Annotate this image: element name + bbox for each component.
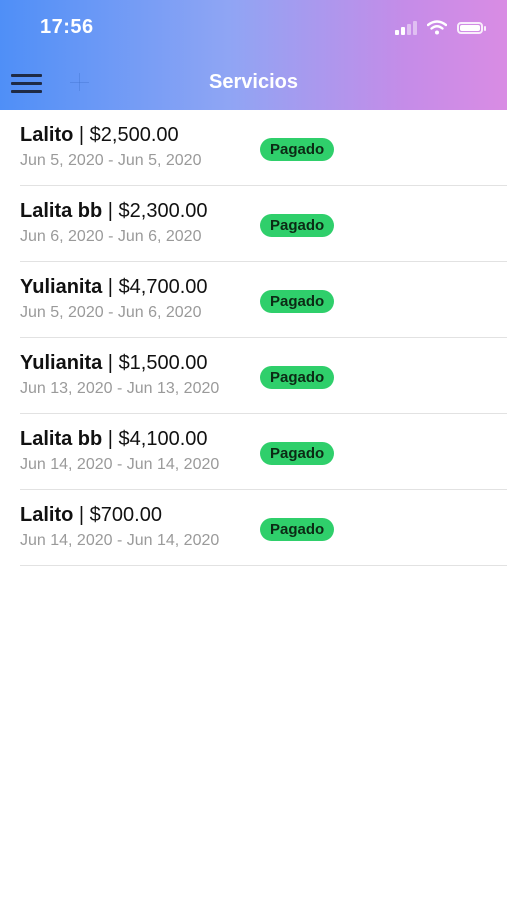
- page-title: Servicios: [209, 71, 298, 93]
- service-separator: |: [73, 504, 90, 526]
- service-summary: Lalita bb | $2,300.00: [20, 200, 208, 223]
- header-bar: 17:56 Servicios: [0, 0, 507, 110]
- battery-icon: [457, 21, 486, 34]
- service-summary: Yulianita | $1,500.00: [20, 352, 208, 375]
- service-amount: $4,100.00: [118, 428, 208, 450]
- service-date-range: Jun 13, 2020 - Jun 13, 2020: [20, 380, 220, 397]
- services-list: Lalito | $2,500.00 Jun 5, 2020 - Jun 5, …: [0, 110, 507, 566]
- status-badge: Pagado: [260, 518, 335, 541]
- service-client-name: Yulianita: [20, 276, 103, 298]
- status-time: 17:56: [40, 16, 94, 38]
- service-separator: |: [102, 352, 119, 374]
- service-client-name: Lalita bb: [20, 428, 103, 450]
- status-badge: Pagado: [260, 290, 335, 313]
- service-date-range: Jun 6, 2020 - Jun 6, 2020: [20, 228, 202, 245]
- service-amount: $700.00: [89, 504, 162, 526]
- service-client-name: Lalito: [20, 504, 74, 526]
- service-separator: |: [102, 276, 119, 298]
- service-date-range: Jun 5, 2020 - Jun 5, 2020: [20, 152, 202, 169]
- service-summary: Yulianita | $4,700.00: [20, 276, 208, 299]
- service-amount: $1,500.00: [118, 352, 208, 374]
- service-summary: Lalita bb | $4,100.00: [20, 428, 208, 451]
- service-row[interactable]: Lalito | $2,500.00 Jun 5, 2020 - Jun 5, …: [20, 110, 507, 186]
- service-client-name: Lalita bb: [20, 200, 103, 222]
- service-client-name: Yulianita: [20, 352, 103, 374]
- service-row[interactable]: Lalita bb | $2,300.00 Jun 6, 2020 - Jun …: [20, 186, 507, 262]
- service-amount: $2,300.00: [118, 200, 208, 222]
- status-badge: Pagado: [260, 442, 335, 465]
- service-client-name: Lalito: [20, 124, 74, 146]
- service-date-range: Jun 14, 2020 - Jun 14, 2020: [20, 532, 220, 549]
- service-date-range: Jun 14, 2020 - Jun 14, 2020: [20, 456, 220, 473]
- service-summary: Lalito | $700.00: [20, 504, 162, 527]
- service-separator: |: [73, 124, 90, 146]
- service-summary: Lalito | $2,500.00: [20, 124, 179, 147]
- cellular-signal-icon: [395, 20, 417, 35]
- services-screen: 17:56 Servicios Lalito | $2,500.00 Jun 5…: [0, 0, 507, 900]
- status-badge: Pagado: [260, 366, 335, 389]
- service-amount: $2,500.00: [89, 124, 179, 146]
- service-row[interactable]: Yulianita | $4,700.00 Jun 5, 2020 - Jun …: [20, 262, 507, 338]
- service-separator: |: [102, 200, 119, 222]
- service-row[interactable]: Yulianita | $1,500.00 Jun 13, 2020 - Jun…: [20, 338, 507, 414]
- service-separator: |: [102, 428, 119, 450]
- service-row[interactable]: Lalito | $700.00 Jun 14, 2020 - Jun 14, …: [20, 490, 507, 566]
- status-badge: Pagado: [260, 214, 335, 237]
- service-row[interactable]: Lalita bb | $4,100.00 Jun 14, 2020 - Jun…: [20, 414, 507, 490]
- status-badge: Pagado: [260, 138, 335, 161]
- service-amount: $4,700.00: [118, 276, 208, 298]
- service-date-range: Jun 5, 2020 - Jun 6, 2020: [20, 304, 202, 321]
- status-icons: [395, 20, 486, 35]
- wifi-icon: [427, 20, 447, 35]
